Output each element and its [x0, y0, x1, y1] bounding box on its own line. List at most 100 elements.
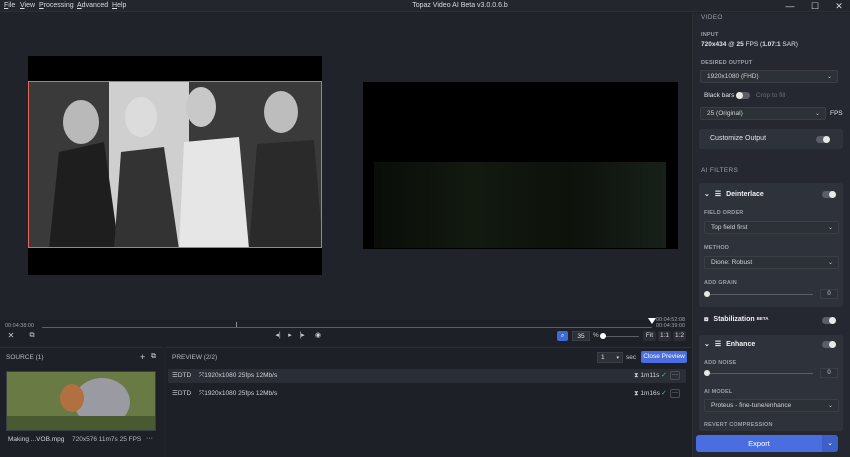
add-grain-slider-knob[interactable] — [704, 291, 710, 297]
timeline-current-time: 00:04:39:00 — [656, 323, 686, 329]
add-icon[interactable]: + — [140, 352, 145, 362]
zoom-1-2-button[interactable]: 1:2 — [673, 331, 686, 341]
ai-model-label: AI MODEL — [704, 389, 733, 395]
play-icon[interactable]: ▸ — [284, 331, 296, 341]
stabilization-header[interactable]: ⧇ Stabilization BETA — [704, 316, 769, 324]
source-meta: 720x576 11m7s 25 FPS — [72, 436, 142, 443]
menu-advanced[interactable]: Advanced — [77, 2, 108, 9]
fps-label: FPS — [830, 110, 843, 117]
minimize-button[interactable]: — — [778, 0, 802, 12]
playhead[interactable] — [648, 318, 656, 324]
zoom-input[interactable]: 35 — [572, 331, 590, 341]
ai-filters-title: AI FILTERS — [701, 167, 739, 174]
maximize-button[interactable]: ☐ — [803, 0, 827, 12]
zoom-slider-knob[interactable] — [600, 333, 606, 339]
chevron-down-icon: ▾ — [616, 355, 619, 361]
add-grain-label: ADD GRAIN — [704, 280, 737, 286]
preview-row[interactable]: ☰DTD ⤧1920x1080 25fps 12Mb/s — [168, 387, 686, 401]
zoom-1-1-button[interactable]: 1:1 — [658, 331, 671, 341]
add-noise-input[interactable]: 0 — [820, 368, 838, 378]
preview-panel — [166, 347, 691, 457]
zoom-unit: % — [593, 332, 599, 339]
enhance-card — [699, 335, 843, 431]
enhance-header[interactable]: ⌄ ☰ Enhance — [704, 340, 755, 348]
deinterlace-toggle[interactable] — [822, 191, 836, 198]
chevron-down-icon: ⌄ — [827, 403, 833, 409]
customize-output-toggle[interactable] — [816, 136, 830, 143]
timeline-marker — [236, 322, 237, 327]
close-icon[interactable]: ✕ — [5, 331, 17, 341]
menu-view[interactable]: View — [20, 2, 35, 9]
chevron-down-icon: ⌄ — [704, 191, 710, 198]
output-resolution-select[interactable]: 1920x1080 (FHD) ⌄ — [700, 70, 838, 83]
menu-processing[interactable]: Processing — [39, 2, 74, 9]
app-title: Topaz Video AI Beta v3.0.0.6.b — [412, 2, 508, 9]
add-grain-slider[interactable] — [707, 294, 813, 295]
add-noise-slider-knob[interactable] — [704, 370, 710, 376]
source-thumbnail[interactable] — [6, 371, 156, 431]
preview-length-unit: sec — [626, 354, 637, 361]
preview-model: DTD — [177, 390, 192, 397]
preview-spec: 1920x1080 25fps 12Mb/s — [204, 390, 278, 397]
chevron-down-icon: ⌄ — [827, 260, 833, 266]
timeline-track[interactable] — [42, 327, 652, 328]
zoom-slider[interactable] — [603, 336, 639, 337]
preview-length-value: 1 — [601, 354, 605, 361]
preview-video-image[interactable] — [374, 162, 666, 248]
preview-title: PREVIEW (2/2) — [172, 354, 218, 361]
check-icon: ✓ — [661, 372, 667, 379]
menu-help[interactable]: Help — [112, 2, 126, 9]
export-button[interactable]: Export — [696, 435, 822, 452]
field-order-label: FIELD ORDER — [704, 210, 744, 216]
field-order-select[interactable]: Top field first ⌄ — [704, 221, 839, 234]
enhance-icon: ☰ — [714, 341, 722, 348]
link-icon[interactable]: ⧉ — [151, 353, 156, 361]
fit-button[interactable]: Fit — [643, 331, 656, 341]
crop-icon[interactable]: ⧉ — [26, 331, 38, 341]
chevron-down-icon: ⌄ — [826, 74, 832, 80]
chevron-down-icon: ⌄ — [827, 225, 833, 231]
close-preview-button[interactable]: Close Preview — [641, 351, 687, 363]
beta-badge: BETA — [756, 316, 769, 321]
ai-model-select[interactable]: Proteus - fine-tune/enhance ⌄ — [704, 399, 839, 412]
source-filename: Making ...VOB.mpg — [8, 436, 65, 443]
step-forward-icon[interactable]: |▸ — [296, 331, 308, 341]
chevron-down-icon: ⌄ — [704, 341, 710, 348]
export-options-button[interactable]: ⌄ — [822, 435, 838, 452]
method-select[interactable]: Dione: Robust ⌄ — [704, 256, 839, 269]
source-more-button[interactable]: ··· — [146, 435, 153, 442]
menu-file[interactable]: File — [4, 2, 15, 9]
customize-output-label: Customize Output — [710, 135, 767, 142]
add-noise-slider[interactable] — [707, 373, 813, 374]
black-bars-label: Black bars — [704, 92, 735, 99]
zoom-icon[interactable]: ⌕ — [557, 331, 568, 341]
desired-output-label: DESIRED OUTPUT — [701, 60, 753, 66]
stabilization-icon: ⧇ — [704, 316, 709, 323]
enhance-toggle[interactable] — [822, 341, 836, 348]
black-bars-toggle[interactable] — [736, 92, 750, 99]
original-video-image[interactable] — [28, 81, 322, 248]
input-info: 720x434 @ 25 FPS (1.07:1 SAR) — [701, 41, 798, 48]
add-grain-input[interactable]: 0 — [820, 289, 838, 299]
input-label: INPUT — [701, 32, 719, 38]
preview-model: DTD — [177, 372, 192, 379]
deinterlace-header[interactable]: ⌄ ☰ Deinterlace — [704, 190, 764, 198]
source-title: SOURCE (1) — [6, 354, 44, 361]
method-label: METHOD — [704, 245, 730, 251]
preview-length-select[interactable]: 1 ▾ — [597, 352, 623, 363]
fps-select[interactable]: 25 (Original) ⌄ — [700, 107, 826, 120]
deinterlace-icon: ☰ — [714, 191, 722, 198]
preview-more-button[interactable]: ··· — [670, 389, 680, 398]
preview-duration: ⧗ 1m16s — [634, 390, 660, 397]
stabilization-toggle[interactable] — [822, 317, 836, 324]
record-icon[interactable]: ◉ — [312, 331, 324, 341]
revert-compression-label: REVERT COMPRESSION — [704, 422, 773, 428]
preview-spec: 1920x1080 25fps 12Mb/s — [204, 372, 278, 379]
video-section-title: VIDEO — [701, 14, 723, 21]
add-noise-label: ADD NOISE — [704, 360, 737, 366]
preview-more-button[interactable]: ··· — [670, 371, 680, 380]
step-back-icon[interactable]: ◂| — [272, 331, 284, 341]
check-icon: ✓ — [661, 390, 667, 397]
preview-row[interactable]: ☰DTD ⤧1920x1080 25fps 12Mb/s — [168, 369, 686, 383]
close-window-button[interactable]: ✕ — [827, 0, 850, 12]
